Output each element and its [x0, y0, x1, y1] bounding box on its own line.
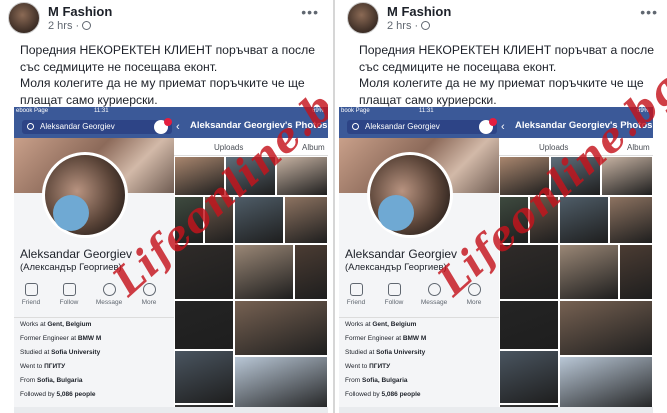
message-icon — [427, 283, 441, 296]
post-panel-left: M Fashion 2 hrs · ••• Поредния НЕКОРЕКТЕ… — [0, 0, 328, 413]
notification-badge — [164, 118, 172, 126]
profile-picture[interactable] — [42, 152, 128, 238]
photo-thumbnail[interactable] — [234, 300, 328, 356]
info-went-to: Went to ПГИТУ — [20, 363, 66, 370]
post-line: със седмиците не посещава еконт. — [359, 59, 557, 74]
follow-button[interactable]: Follow — [52, 283, 86, 306]
info-went-to: Went to ПГИТУ — [345, 363, 391, 370]
back-icon[interactable]: ‹ — [176, 121, 180, 133]
info-works: Works at Gent, Belgium — [20, 321, 92, 328]
post-time: 2 hrs · — [387, 20, 431, 32]
photo-thumbnail[interactable] — [499, 350, 559, 404]
add-friend-icon — [24, 283, 38, 296]
divider — [14, 317, 174, 318]
message-icon — [102, 283, 116, 296]
post-header: M Fashion 2 hrs · ••• — [8, 2, 323, 38]
photo-thumbnail[interactable] — [559, 300, 653, 356]
post-text: Поредния НЕКОРЕКТЕН КЛИЕНТ поръчват а по… — [359, 42, 659, 108]
panel-divider — [333, 0, 335, 413]
post-text: Поредния НЕКОРЕКТЕН КЛИЕНТ поръчват а по… — [20, 42, 320, 108]
post-line: със седмиците не посещава еконт. — [20, 59, 218, 74]
info-works: Works at Gent, Belgium — [345, 321, 417, 328]
page-name[interactable]: M Fashion — [48, 4, 112, 19]
post-line: Поредния НЕКОРЕКТЕН КЛИЕНТ поръчват а по… — [20, 43, 316, 57]
info-followers: Followed by 5,086 people — [345, 391, 421, 398]
page-avatar[interactable] — [347, 2, 379, 34]
follow-button[interactable]: Follow — [377, 283, 411, 306]
info-studied: Studied at Sofia University — [20, 349, 101, 356]
page-name[interactable]: M Fashion — [387, 4, 451, 19]
info-followers: Followed by 5,086 people — [20, 391, 96, 398]
post-header: M Fashion 2 hrs · ••• — [347, 2, 662, 38]
photo-thumbnail[interactable] — [234, 356, 328, 413]
photo-thumbnail[interactable] — [499, 300, 559, 350]
info-from: From Sofia, Bulgaria — [345, 377, 408, 384]
info-engineer: Former Engineer at BMW M — [20, 335, 102, 342]
more-options-icon[interactable]: ••• — [640, 4, 658, 20]
photo-thumbnail[interactable] — [294, 244, 328, 300]
photo-thumbnail[interactable] — [284, 196, 328, 244]
photo-thumbnail[interactable] — [174, 300, 234, 350]
post-line: плащат само куриерски. — [20, 92, 158, 107]
follow-icon — [387, 283, 401, 296]
photo-thumbnail[interactable] — [174, 350, 234, 404]
globe-icon — [82, 21, 92, 30]
post-line: Моля колегите да не му приемат поръчките… — [20, 76, 305, 90]
add-friend-icon — [349, 283, 363, 296]
info-studied: Studied at Sofia University — [345, 349, 426, 356]
post-line: Моля колегите да не му приемат поръчките… — [359, 76, 644, 90]
profile-picture[interactable] — [367, 152, 453, 238]
bottom-nav — [14, 407, 328, 413]
globe-icon — [421, 21, 431, 30]
more-options-icon[interactable]: ••• — [301, 4, 319, 20]
post-panel-right: M Fashion 2 hrs · ••• Поредния НЕКОРЕКТЕ… — [339, 0, 667, 413]
friend-button[interactable]: Friend — [339, 283, 373, 306]
divider — [339, 317, 499, 318]
notification-badge — [489, 118, 497, 126]
search-icon — [352, 123, 359, 130]
screenshot-collage: M Fashion 2 hrs · ••• Поредния НЕКОРЕКТЕ… — [0, 0, 667, 413]
photo-thumbnail[interactable] — [559, 356, 653, 413]
friend-button[interactable]: Friend — [14, 283, 48, 306]
back-icon[interactable]: ‹ — [501, 121, 505, 133]
bottom-nav — [339, 407, 653, 413]
search-icon — [27, 123, 34, 130]
follow-icon — [62, 283, 76, 296]
photo-thumbnail[interactable] — [609, 196, 653, 244]
photo-thumbnail[interactable] — [619, 244, 653, 300]
post-time: 2 hrs · — [48, 20, 92, 32]
info-engineer: Former Engineer at BMW M — [345, 335, 427, 342]
photo-thumbnail[interactable] — [234, 244, 294, 300]
post-line: Поредния НЕКОРЕКТЕН КЛИЕНТ поръчват а по… — [359, 43, 655, 57]
search-input[interactable]: Aleksandar Georgiev — [22, 120, 172, 134]
search-input[interactable]: Aleksandar Georgiev — [347, 120, 497, 134]
page-avatar[interactable] — [8, 2, 40, 34]
info-from: From Sofia, Bulgaria — [20, 377, 83, 384]
photo-thumbnail[interactable] — [559, 244, 619, 300]
